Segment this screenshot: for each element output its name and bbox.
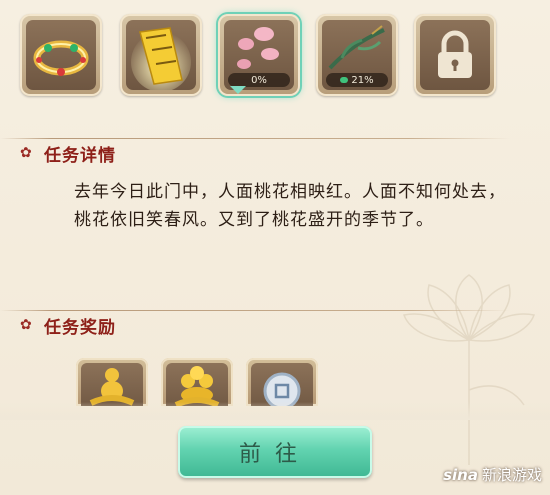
slot-scroll[interactable] [120,14,202,96]
progress-text: 21% [351,74,374,86]
watermark-text: 新浪游戏 [481,466,542,484]
reward-item[interactable] [246,358,318,406]
peach-petals-icon [237,27,279,69]
lock-icon [438,30,472,78]
gold-coins-pile-icon [174,366,220,406]
reward-item[interactable] [76,358,148,406]
progress-bar: 21% [326,73,388,87]
scroll-fade [0,402,550,420]
item-slots: 0% 21% [20,14,530,106]
sina-watermark: sina 新浪游戏 [443,464,542,485]
task-detail-text: 去年今日此门中，人面桃花相映红。人面不知何处去，桃花依旧笑春风。又到了桃花盛开的… [74,182,506,230]
progress-text: 0% [251,74,267,86]
progress-bar: 0% [228,73,290,87]
divider [0,310,510,311]
slot-locked[interactable] [414,14,496,96]
task-reward-header: ✿ 任务奖励 [20,314,116,338]
gold-figurine-icon [89,368,135,406]
divider [0,138,510,139]
slot-jade-branch[interactable]: 21% [316,14,398,96]
lotus-watermark [403,274,535,465]
go-button[interactable]: 前往 [178,426,372,478]
task-detail-header: ✿ 任务详情 [20,142,116,166]
golden-scroll-icon [131,27,191,90]
jade-gem-icon [340,77,349,83]
selection-pointer [230,86,246,94]
cloud-ornament-icon: ✿ [20,317,32,333]
gold-bracelet-icon [33,40,89,76]
slot-bracelet[interactable] [20,14,102,96]
reward-item[interactable] [161,358,233,406]
cloud-ornament-icon: ✿ [20,145,32,161]
slot-peach-petals[interactable]: 0% [218,14,300,96]
task-reward-title: 任务奖励 [44,317,116,338]
silver-coin-icon [263,372,301,406]
sina-logo: sina [443,465,478,484]
task-detail-title: 任务详情 [44,145,116,166]
jade-branch-icon [328,25,385,70]
